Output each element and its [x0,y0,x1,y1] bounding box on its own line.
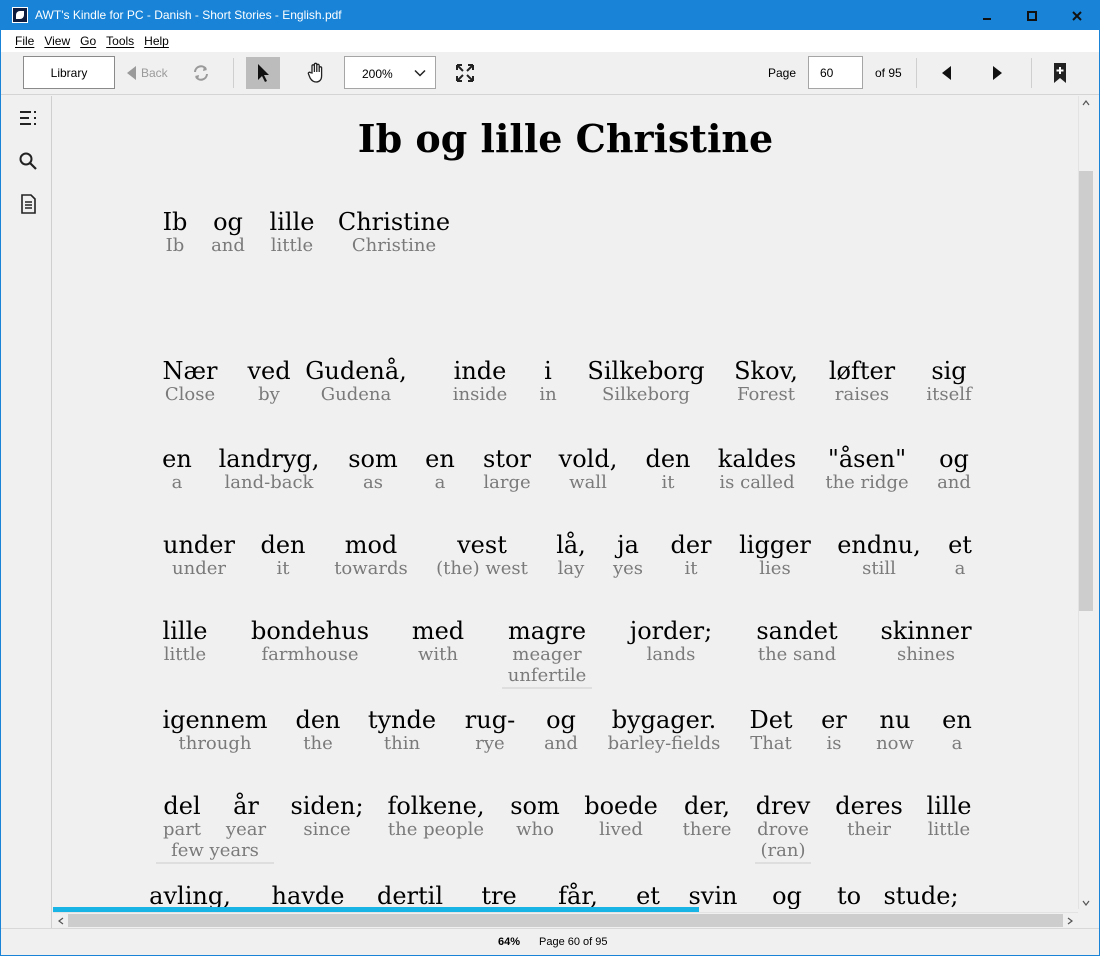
title-bar[interactable]: AWT's Kindle for PC - Danish - Short Sto… [1,1,1099,30]
word-pair[interactable]: Christine Christine [294,208,494,256]
group-gloss: few years [156,840,274,864]
window-title: AWT's Kindle for PC - Danish - Short Sto… [35,8,342,22]
status-percent: 64% [498,936,521,948]
back-button[interactable]: Back [127,64,168,82]
next-page-icon[interactable] [987,64,1007,82]
document-view[interactable]: Ib og lille Christine Ib Ib og and lille litt… [53,96,1078,909]
english-gloss-alt: (ran) [760,840,806,861]
add-bookmark-icon[interactable] [1050,62,1070,84]
english-gloss: a [951,733,963,754]
zoom-value: 200% [362,67,393,81]
word-pair[interactable]: sig itself [849,357,1049,405]
fullscreen-icon[interactable] [454,62,476,84]
hand-tool-button[interactable] [301,57,331,89]
word-pair[interactable]: en a [857,706,1057,754]
close-icon [1071,10,1082,21]
page-total-label: of 95 [875,66,902,80]
back-label: Back [141,66,168,80]
select-tool-button[interactable] [246,57,280,89]
scroll-right-icon[interactable] [1066,917,1074,925]
document-title: Ib og lille Christine [357,116,774,161]
horizontal-scrollbar[interactable] [53,912,1078,928]
status-bar: 64% Page 60 of 95 [1,928,1099,955]
menu-tools[interactable]: Tools [101,34,139,48]
hand-icon [307,62,323,83]
word-pair[interactable]: eta [860,531,1060,579]
toolbar-separator [233,58,234,88]
maximize-button[interactable] [1009,1,1054,30]
word-pair[interactable]: ogand [854,445,1054,493]
minimize-button[interactable] [964,1,1009,30]
menu-help[interactable]: Help [139,34,174,48]
english-gloss-alt: unfertile [507,665,587,686]
app-icon [12,7,28,23]
back-arrow-icon [127,66,136,80]
english-gloss: Christine [351,235,437,256]
danish-word: en [942,706,972,734]
scroll-down-icon[interactable] [1082,899,1090,907]
english-gloss: a [954,558,966,579]
word-pair[interactable]: skinner shines [826,617,1026,665]
vertical-scrollbar[interactable] [1078,96,1093,909]
menu-bar: File View Go Tools Help [1,30,1099,52]
vertical-scroll-thumb[interactable] [1079,171,1093,611]
danish-word: et [948,531,972,559]
library-button[interactable]: Library [23,56,115,89]
app-window: AWT's Kindle for PC - Danish - Short Sto… [0,0,1100,956]
cursor-icon [258,64,269,82]
close-button[interactable] [1054,1,1099,30]
danish-word: og [939,445,969,473]
horizontal-scroll-thumb[interactable] [68,914,1063,927]
chevron-down-icon [414,69,426,77]
scrollbar-corner [1078,912,1093,928]
group-gloss-text: few years [156,840,274,864]
english-gloss: little [927,819,971,840]
word-pair[interactable]: stude;steers [821,882,1021,909]
danish-word: sig [931,357,967,385]
status-page-text: Page 60 of 95 [539,936,608,948]
scroll-up-icon[interactable] [1082,99,1090,107]
page-number-input[interactable] [808,56,863,89]
left-sidebar [1,96,52,928]
danish-word: lille [926,792,972,820]
danish-word: Christine [337,208,451,236]
danish-word: stude; [883,882,959,909]
menu-view[interactable]: View [39,34,75,48]
toolbar: Library Back 200% Page 60 of 95 [1,52,1099,95]
refresh-icon[interactable] [191,63,211,83]
menu-file[interactable]: File [10,34,39,48]
notes-icon[interactable] [18,194,38,214]
toolbar-separator [916,58,917,88]
search-icon[interactable] [18,151,38,171]
danish-word: skinner [880,617,972,645]
minimize-icon [982,17,991,20]
menu-go[interactable]: Go [75,34,101,48]
prev-page-icon[interactable] [937,64,957,82]
scroll-left-icon[interactable] [57,917,65,925]
english-gloss: and [937,472,971,493]
toc-icon[interactable] [18,108,38,128]
zoom-select[interactable]: 200% [344,56,436,89]
toolbar-separator [1031,58,1032,88]
word-pair[interactable]: lille little [849,792,1049,840]
page-label: Page [768,66,797,80]
english-gloss: itself [926,384,972,405]
english-gloss: shines [896,644,956,665]
maximize-icon [1026,10,1037,21]
